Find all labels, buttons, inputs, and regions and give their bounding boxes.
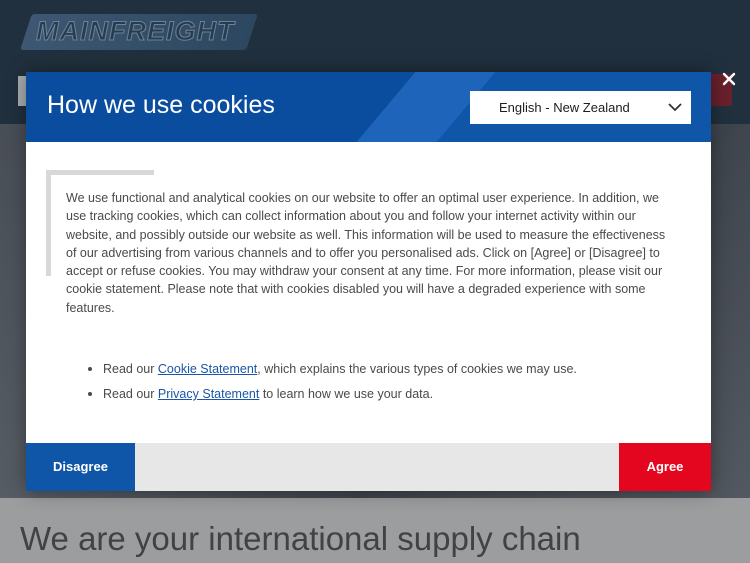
dialog-footer: Disagree Agree (26, 443, 711, 491)
disagree-button[interactable]: Disagree (26, 443, 135, 491)
cookie-dialog: How we use cookies English - New Zealand… (26, 72, 711, 491)
chevron-down-icon (667, 97, 683, 117)
cookie-description: We use functional and analytical cookies… (66, 191, 666, 315)
agree-button[interactable]: Agree (619, 443, 711, 491)
list-item: Read our Privacy Statement to learn how … (88, 385, 668, 403)
language-select-value: English - New Zealand (499, 100, 630, 115)
dialog-title: How we use cookies (47, 91, 275, 119)
list-item: Read our Cookie Statement, which explain… (88, 360, 668, 378)
bullet-icon (88, 392, 92, 396)
dialog-header: How we use cookies English - New Zealand (26, 72, 711, 142)
cookie-statement-link[interactable]: Cookie Statement (158, 362, 257, 376)
bullet-icon (88, 367, 92, 371)
close-icon[interactable] (720, 70, 738, 88)
statement-links: Read our Cookie Statement, which explain… (88, 360, 668, 410)
privacy-statement-link[interactable]: Privacy Statement (158, 387, 259, 401)
language-select[interactable]: English - New Zealand (470, 91, 691, 124)
